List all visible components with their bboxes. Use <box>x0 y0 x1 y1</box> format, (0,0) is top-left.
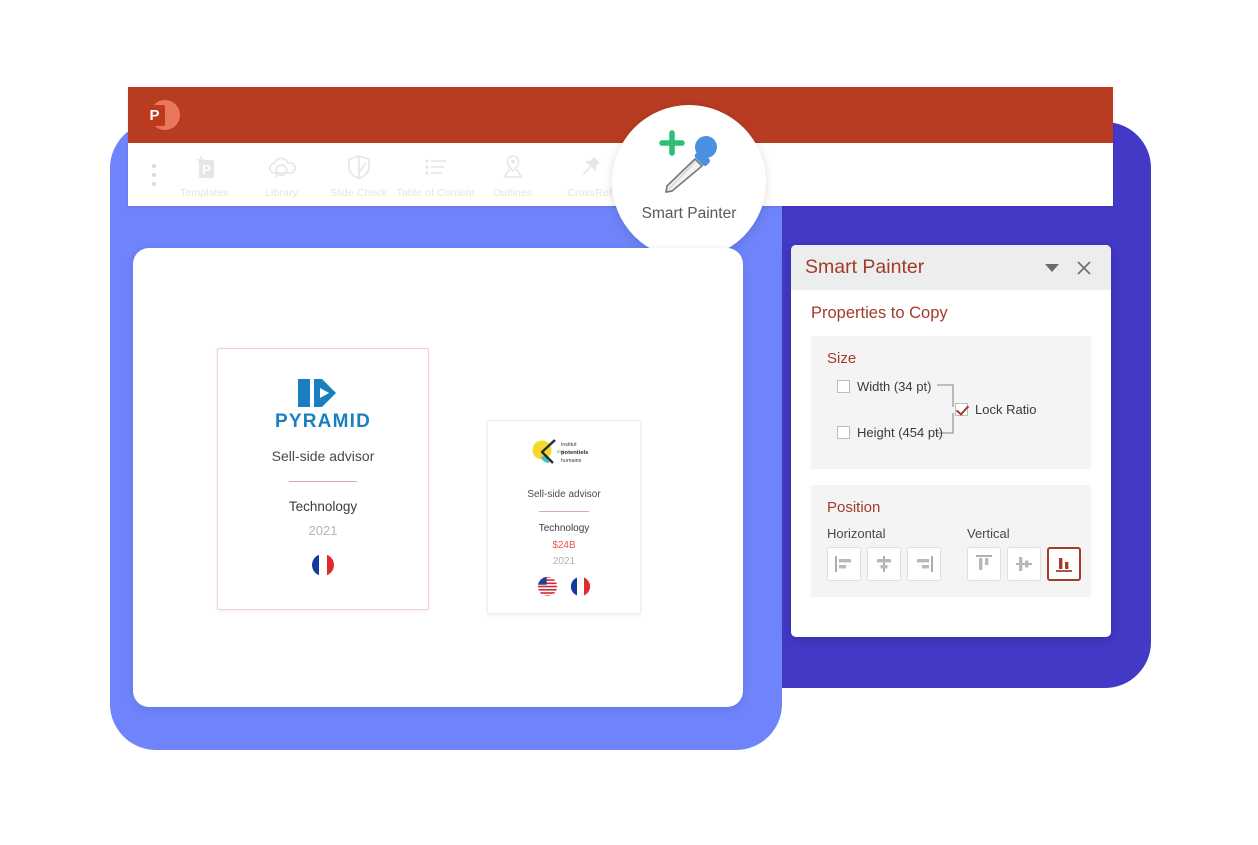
cloud-search-icon <box>265 151 299 183</box>
institut-mark-icon: institut des potentiels humains <box>532 439 588 464</box>
map-pin-icon <box>498 151 528 183</box>
pyramid-mark-icon <box>297 379 336 407</box>
list-lines-icon <box>420 151 452 183</box>
toolbar-item-table-of-content[interactable]: Table of Content <box>396 147 475 199</box>
width-checkbox-row[interactable]: Width (34 pt) <box>837 379 931 394</box>
card-divider <box>289 481 357 482</box>
width-label: Width (34 pt) <box>857 379 932 394</box>
smart-painter-launcher-label: Smart Painter <box>641 205 737 222</box>
card-category: Technology <box>538 523 590 534</box>
toolbar-item-library[interactable]: Library <box>243 147 320 199</box>
flag-france-icon <box>312 554 334 576</box>
card-subtitle: Sell-side advisor <box>527 489 601 500</box>
toolbar-label: Table of Content <box>396 187 475 199</box>
lock-ratio-row[interactable]: Lock Ratio <box>955 402 1036 417</box>
panel-title: Smart Painter <box>805 256 925 278</box>
flag-france-icon <box>570 576 591 597</box>
toolbar-label: Library <box>265 187 298 199</box>
panel-body: Properties to Copy Size Width (34 pt) Lo… <box>791 290 1111 597</box>
svg-text:humains: humains <box>561 458 582 464</box>
pyramid-logo: PYRAMID <box>275 377 371 433</box>
smart-painter-launcher[interactable]: Smart Painter <box>612 105 766 259</box>
width-checkbox[interactable] <box>837 380 850 393</box>
card-category: Technology <box>288 499 358 514</box>
chevron-down-icon[interactable] <box>1039 255 1065 281</box>
screenshot-root: P P Templates Library Slide Check Table … <box>0 0 1258 845</box>
flag-usa-icon <box>537 576 558 597</box>
horizontal-align-group: Horizontal <box>827 526 941 581</box>
align-top-icon[interactable] <box>967 547 1001 581</box>
toolbar-label: Templates <box>180 187 229 199</box>
toolbar-label: Slide Check <box>329 187 388 199</box>
toolbar-item-slide-check[interactable]: Slide Check <box>320 147 397 199</box>
align-right-icon[interactable] <box>907 547 941 581</box>
slide-card-secondary[interactable]: institut des potentiels humains Sell-sid… <box>487 420 641 614</box>
smart-painter-panel: Smart Painter Properties to Copy Size Wi… <box>791 245 1111 637</box>
slide-card-primary[interactable]: PYRAMID Sell-side advisor Technology 202… <box>217 348 429 610</box>
toolbar-label: CrossRef <box>567 187 612 199</box>
position-section: Position Horizontal Vertical <box>811 485 1091 597</box>
height-checkbox[interactable] <box>837 426 850 439</box>
toolbar-item-outlines[interactable]: Outlines <box>474 147 551 199</box>
card-deal-value: $24B <box>552 540 576 551</box>
card-divider <box>539 511 589 512</box>
size-section: Size Width (34 pt) Lock Ratio Height (45… <box>811 336 1091 469</box>
kebab-menu-icon[interactable] <box>142 151 166 199</box>
horizontal-label: Horizontal <box>827 526 886 541</box>
svg-text:potentiels: potentiels <box>561 450 588 456</box>
eyedropper-plus-icon <box>659 130 717 193</box>
card-flag-row <box>537 576 591 597</box>
card-year: 2021 <box>308 523 338 538</box>
card-year: 2021 <box>552 556 576 567</box>
vertical-label: Vertical <box>967 526 1010 541</box>
align-center-icon[interactable] <box>867 547 901 581</box>
svg-text:institut: institut <box>561 442 577 448</box>
shield-check-icon <box>344 151 374 183</box>
align-middle-icon[interactable] <box>1007 547 1041 581</box>
institut-logo: institut des potentiels humains <box>528 437 600 476</box>
lock-ratio-label: Lock Ratio <box>975 402 1037 417</box>
size-heading: Size <box>827 350 857 367</box>
svg-text:P: P <box>202 162 211 177</box>
card-flag-row <box>311 553 335 577</box>
panel-header: Smart Painter <box>791 245 1111 290</box>
pushpin-icon <box>575 151 605 183</box>
pyramid-logo-text: PYRAMID <box>274 411 371 432</box>
align-bottom-icon[interactable] <box>1047 547 1081 581</box>
height-checkbox-row[interactable]: Height (454 pt) <box>837 425 943 440</box>
height-label: Height (454 pt) <box>857 425 943 440</box>
vertical-align-group: Vertical <box>967 526 1081 581</box>
align-left-icon[interactable] <box>827 547 861 581</box>
close-icon[interactable] <box>1071 255 1097 281</box>
toolbar-label: Outlines <box>492 187 533 199</box>
powerpoint-logo-icon: P <box>144 100 180 132</box>
lock-ratio-checkbox[interactable] <box>955 403 968 416</box>
toolbar-item-templates[interactable]: P Templates <box>166 147 243 199</box>
position-heading: Position <box>827 499 881 516</box>
window-title-bar: P <box>128 87 1113 143</box>
card-subtitle: Sell-side advisor <box>271 448 375 464</box>
template-add-icon: P <box>190 151 220 183</box>
properties-to-copy-heading: Properties to Copy <box>811 304 948 322</box>
